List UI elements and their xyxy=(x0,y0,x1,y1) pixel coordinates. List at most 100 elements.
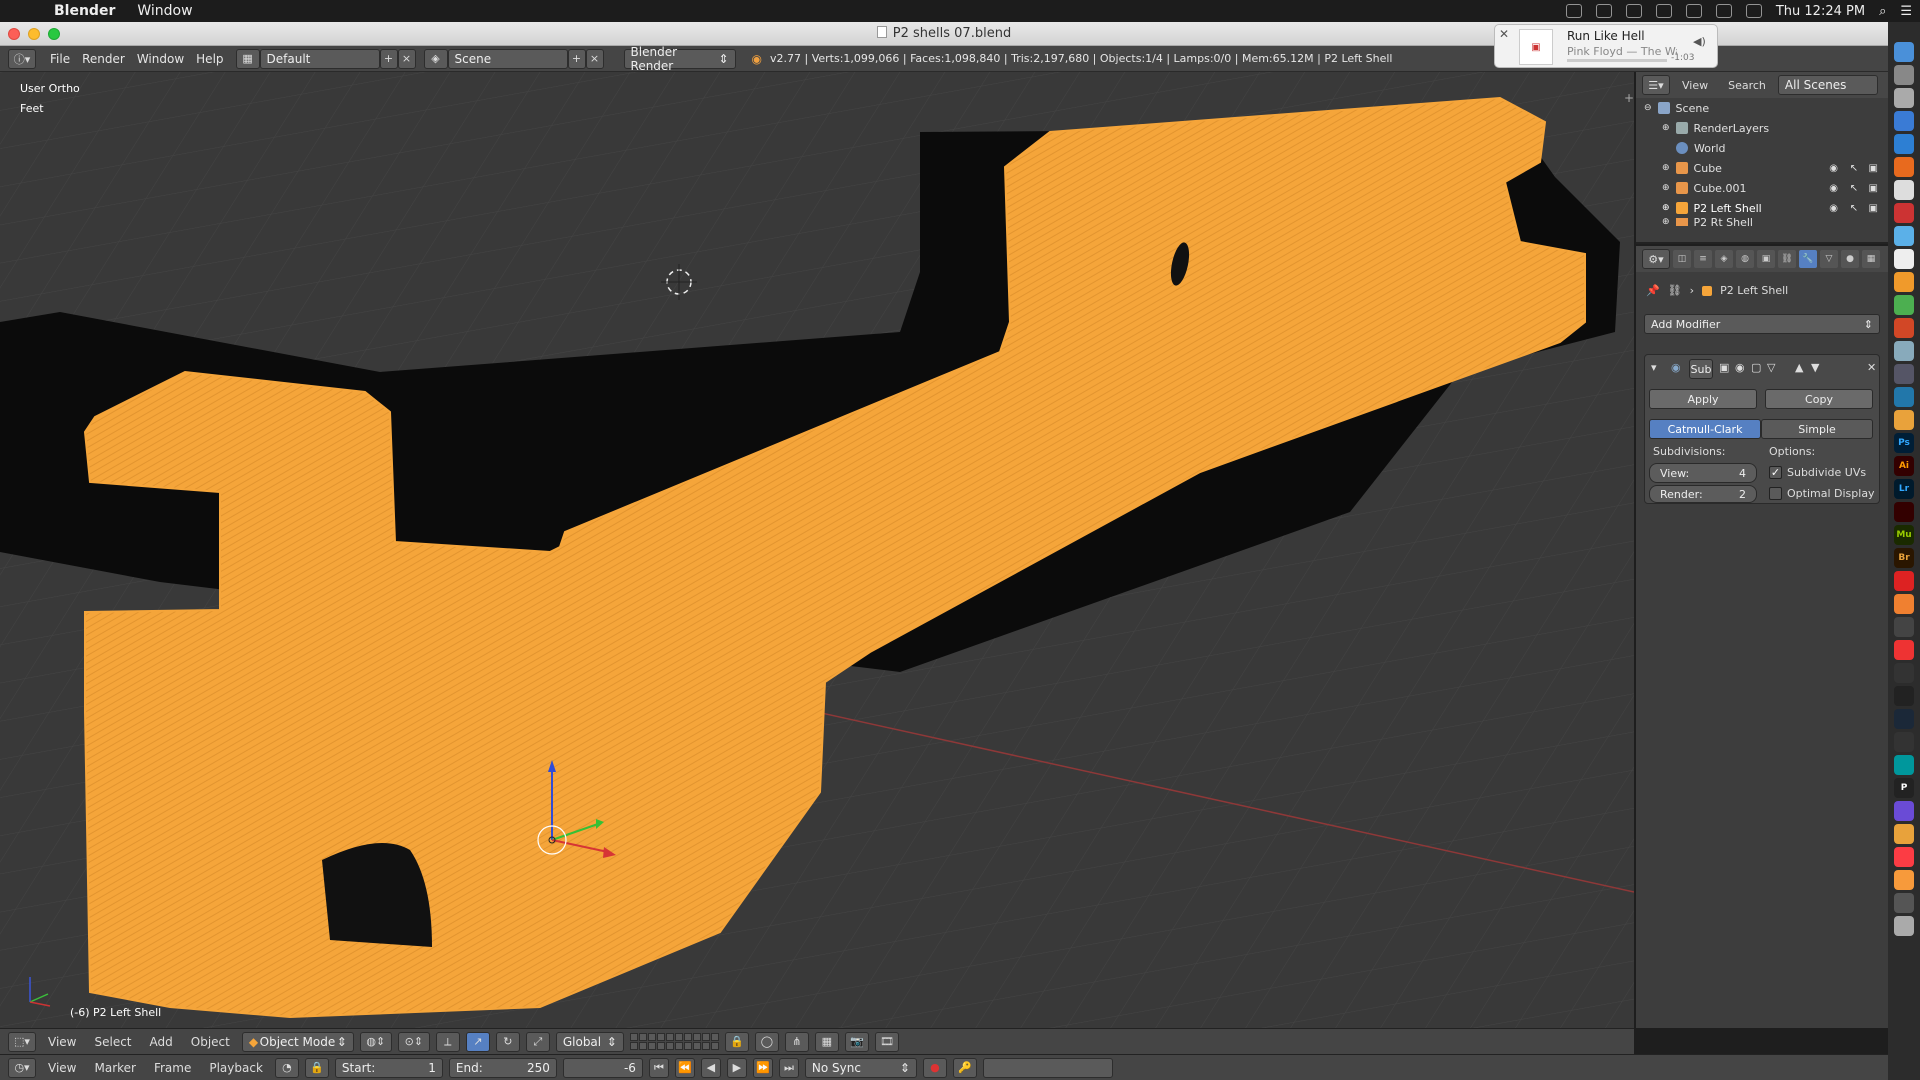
scale-manipulator-icon[interactable]: ⤢ xyxy=(525,1031,550,1052)
view-subdivisions-field[interactable]: View: 4 xyxy=(1649,463,1757,483)
end-frame-field[interactable]: End: 250 xyxy=(448,1057,557,1078)
render-engine-select[interactable]: Blender Render ⇕ xyxy=(623,45,736,73)
layers-tab-icon[interactable]: ≡ xyxy=(1694,250,1712,268)
cursor-icon[interactable]: ↖ xyxy=(1850,183,1858,194)
menu-help[interactable]: Help xyxy=(190,49,229,69)
preview-range-icon[interactable]: ◔ xyxy=(274,1057,299,1078)
dock-app-icon[interactable] xyxy=(1894,318,1914,338)
snap-element-icon[interactable]: ▦ xyxy=(814,1031,839,1052)
eye-icon[interactable]: ◉ xyxy=(1829,163,1838,174)
bluetooth-icon[interactable] xyxy=(1685,4,1702,18)
menu-window[interactable]: Window xyxy=(131,49,190,69)
timeline-editor-type-icon[interactable]: ◷▾ xyxy=(8,1057,36,1078)
lock-layers-icon[interactable]: 🔒 xyxy=(724,1031,749,1052)
outliner-row-p2-left-shell[interactable]: ⊕ P2 Left Shell ◉ ↖ ▣ xyxy=(1636,198,1888,218)
outliner-row-renderlayers[interactable]: ⊕ RenderLayers xyxy=(1636,118,1888,138)
lock-icon[interactable]: 🔒 xyxy=(304,1057,329,1078)
add-layout-icon[interactable]: + xyxy=(379,48,398,69)
jump-end-icon[interactable]: ⏭ xyxy=(778,1057,799,1078)
scene-layers-group-1[interactable] xyxy=(629,1033,719,1050)
cursor-icon[interactable]: ↖ xyxy=(1850,163,1858,174)
scene-tab-icon[interactable]: ◈ xyxy=(1715,250,1733,268)
remove-layout-icon[interactable]: × xyxy=(397,48,416,69)
dock-trash-icon[interactable] xyxy=(1894,916,1914,936)
proportional-edit-icon[interactable]: ◯ xyxy=(754,1031,779,1052)
dock-app-icon[interactable] xyxy=(1894,88,1914,108)
dock-app-icon[interactable] xyxy=(1894,571,1914,591)
menu-view[interactable]: View xyxy=(42,1032,82,1052)
add-modifier-select[interactable]: Add Modifier ⇕ xyxy=(1644,314,1880,334)
cursor-icon[interactable]: ↖ xyxy=(1850,203,1858,214)
dock-bridge-icon[interactable]: Br xyxy=(1894,548,1914,568)
dock-app-icon[interactable] xyxy=(1894,203,1914,223)
dock-app-icon[interactable] xyxy=(1894,226,1914,246)
close-icon[interactable]: ✕ xyxy=(1499,27,1509,41)
notification-center-icon[interactable]: ☰ xyxy=(1900,4,1912,19)
expand-icon[interactable]: ⊕ xyxy=(1662,123,1670,133)
dock-app-icon[interactable] xyxy=(1894,640,1914,660)
track-progress[interactable] xyxy=(1567,59,1667,62)
constraints-tab-icon[interactable]: ⛓ xyxy=(1778,250,1796,268)
outliner-view-menu[interactable]: View xyxy=(1674,77,1716,94)
dock-app-icon[interactable] xyxy=(1894,502,1914,522)
dropbox-icon[interactable] xyxy=(1595,4,1612,18)
menubar-clock[interactable]: Thu 12:24 PM xyxy=(1776,4,1865,19)
outliner-display-mode[interactable]: All Scenes xyxy=(1777,75,1878,95)
scene-field[interactable]: Scene xyxy=(447,48,568,69)
window-menu[interactable]: Window xyxy=(127,3,202,19)
dock-app-icon[interactable] xyxy=(1894,295,1914,315)
outliner-row-cube-001[interactable]: ⊕ Cube.001 ◉ ↖ ▣ xyxy=(1636,178,1888,198)
pin-icon[interactable]: 📌 xyxy=(1646,284,1660,297)
camera-icon[interactable]: ▣ xyxy=(1869,183,1878,194)
outliner-row-scene[interactable]: ⊖ Scene xyxy=(1636,98,1888,118)
dock-app-icon[interactable] xyxy=(1894,180,1914,200)
volume-icon[interactable] xyxy=(1745,4,1762,18)
prev-keyframe-icon[interactable]: ⏪ xyxy=(674,1057,695,1078)
move-down-icon[interactable]: ▼ xyxy=(1811,361,1819,374)
dock-photoshop-icon[interactable]: Ps xyxy=(1894,433,1914,453)
current-frame-field[interactable]: -6 xyxy=(562,1057,643,1078)
jump-start-icon[interactable]: ⏮ xyxy=(648,1057,669,1078)
outliner-search-menu[interactable]: Search xyxy=(1720,77,1774,94)
move-up-icon[interactable]: ▲ xyxy=(1795,361,1803,374)
simple-toggle[interactable]: Simple xyxy=(1761,419,1873,439)
world-tab-icon[interactable]: ◍ xyxy=(1736,250,1754,268)
3d-view-editor-type-icon[interactable]: ⬚▾ xyxy=(8,1031,36,1052)
dock-steam-icon[interactable] xyxy=(1894,709,1914,729)
translate-manipulator-icon[interactable]: ↗ xyxy=(465,1031,490,1052)
dock-itunes-icon[interactable] xyxy=(1894,847,1914,867)
collapse-icon[interactable]: ▾ xyxy=(1651,361,1657,374)
pivot-point-icon[interactable]: ⊙⇕ xyxy=(397,1031,430,1052)
add-scene-icon[interactable]: + xyxy=(567,48,586,69)
dock-p-icon[interactable]: P xyxy=(1894,778,1914,798)
camera-icon[interactable]: ▣ xyxy=(1719,361,1729,374)
outliner-row-cube[interactable]: ⊕ Cube ◉ ↖ ▣ xyxy=(1636,158,1888,178)
outliner-row-p2-rt-shell[interactable]: ⊕ P2 Rt Shell xyxy=(1636,218,1888,226)
catmull-clark-toggle[interactable]: Catmull-Clark xyxy=(1649,419,1761,439)
object-tab-icon[interactable]: ▣ xyxy=(1757,250,1775,268)
copy-button[interactable]: Copy xyxy=(1765,389,1873,409)
keying-set-field[interactable] xyxy=(982,1057,1113,1078)
menu-add[interactable]: Add xyxy=(144,1032,179,1052)
dock-app-icon[interactable] xyxy=(1894,732,1914,752)
viewport-shading-icon[interactable]: ◍⇕ xyxy=(359,1031,392,1052)
modifiers-tab-icon[interactable]: 🔧 xyxy=(1799,250,1817,268)
play-reverse-icon[interactable]: ◀ xyxy=(700,1057,721,1078)
dock-unity-icon[interactable] xyxy=(1894,686,1914,706)
speaker-icon[interactable]: ◀) xyxy=(1693,35,1706,48)
creative-cloud-icon[interactable] xyxy=(1565,4,1582,18)
menu-timeline-view[interactable]: View xyxy=(42,1058,82,1078)
outliner-row-world[interactable]: World xyxy=(1636,138,1888,158)
expand-icon[interactable]: ⊕ xyxy=(1662,203,1670,213)
dock-app-icon[interactable] xyxy=(1894,42,1914,62)
next-keyframe-icon[interactable]: ⏩ xyxy=(752,1057,773,1078)
render-tab-icon[interactable]: ◫ xyxy=(1673,250,1691,268)
menu-object[interactable]: Object xyxy=(185,1032,236,1052)
expand-icon[interactable]: ⊕ xyxy=(1662,183,1670,193)
edit-mode-icon[interactable]: ▢ xyxy=(1751,361,1761,374)
apply-button[interactable]: Apply xyxy=(1649,389,1757,409)
viewport-corner-plus-icon[interactable]: + xyxy=(1624,91,1634,105)
dock-app-icon[interactable] xyxy=(1894,824,1914,844)
menu-select[interactable]: Select xyxy=(88,1032,137,1052)
modifier-name-field[interactable]: Sub xyxy=(1689,359,1713,379)
